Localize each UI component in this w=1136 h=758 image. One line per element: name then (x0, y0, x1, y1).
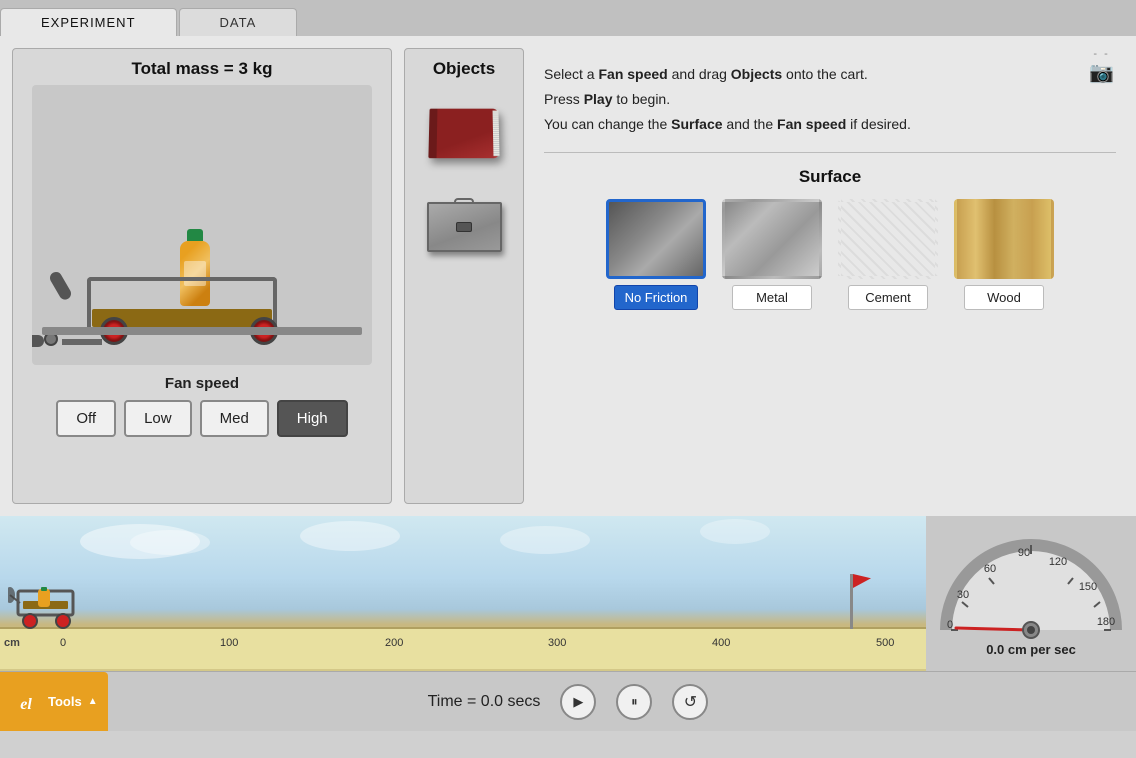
instruction-line3: You can change the Surface and the Fan s… (544, 112, 1116, 137)
speed-btn-high[interactable]: High (277, 400, 348, 437)
metal-box-latch (456, 222, 472, 232)
surface-option-no-friction[interactable]: No Friction (606, 199, 706, 310)
ruler-0: 0 (60, 637, 66, 649)
speed-btn-med[interactable]: Med (200, 400, 269, 437)
flag-pole (850, 574, 853, 629)
fan-speed-bold: Fan speed (598, 66, 667, 82)
play-bold: Play (584, 91, 613, 107)
objects-title: Objects (433, 59, 495, 79)
pause-icon: ⏸ (631, 694, 638, 710)
fan-speed-label: Fan speed (23, 375, 381, 392)
instruction-line2: Press Play to begin. (544, 87, 1116, 112)
fan-arm (62, 339, 102, 345)
top-area: Total mass = 3 kg (0, 36, 1136, 516)
el-logo: el (12, 688, 40, 716)
tools-text: Tools (48, 694, 82, 709)
bottle-cap (187, 229, 203, 241)
ruler-400: 400 (712, 637, 730, 649)
speedo-label: 0.0 cm per sec (986, 642, 1076, 657)
speedometer-svg: 0 30 60 90 120 150 180 (936, 530, 1126, 640)
surface-img-metal (722, 199, 822, 279)
ruler-100: 100 (220, 637, 238, 649)
ruler-bar (0, 627, 930, 669)
tabs-bar: EXPERIMENT DATA (0, 0, 1136, 36)
flag-cloth (853, 574, 871, 588)
play-icon: ▶ (573, 694, 583, 710)
instruction-line1: Select a Fan speed and drag Objects onto… (544, 62, 1116, 87)
metal-box-shape (427, 202, 502, 252)
speed-btn-off[interactable]: Off (56, 400, 116, 437)
cart-scene (32, 85, 372, 365)
objects-bold: Objects (731, 66, 782, 82)
svg-text:150: 150 (1079, 581, 1097, 593)
cart-mass-label: Total mass = 3 kg (132, 59, 273, 79)
track-cart (8, 587, 88, 629)
track-area: cm 0 100 200 300 400 500 (0, 516, 1136, 671)
ruler-300: 300 (548, 637, 566, 649)
svg-text:120: 120 (1049, 556, 1067, 568)
tools-logo: el (10, 686, 42, 718)
fan-blade-1 (32, 335, 44, 347)
camera-icon[interactable]: 📷 (1089, 60, 1114, 85)
surface-label-no-friction: No Friction (614, 285, 699, 310)
reset-button[interactable]: ↺ (672, 684, 708, 720)
pause-button[interactable]: ⏸ (616, 684, 652, 720)
fan-speed2-bold: Fan speed (777, 116, 846, 132)
book-shape (428, 109, 499, 159)
surface-label-metal: Metal (732, 285, 812, 310)
surface-img-cement (838, 199, 938, 279)
reset-icon: ↺ (684, 692, 697, 712)
object-metal-box[interactable] (419, 187, 509, 267)
surface-section: Surface No Friction Metal Cement Wood (544, 167, 1116, 310)
speedometer-area: 0 30 60 90 120 150 180 (926, 516, 1136, 671)
surface-img-no-friction (606, 199, 706, 279)
surface-options: No Friction Metal Cement Wood (606, 199, 1054, 310)
book-spine (428, 109, 437, 159)
ruler-svg (0, 629, 930, 669)
tab-data[interactable]: DATA (179, 8, 298, 36)
fan-blade-2 (48, 270, 73, 302)
cm-label: cm (4, 637, 20, 649)
svg-text:60: 60 (984, 563, 996, 575)
surface-img-wood (954, 199, 1054, 279)
svg-text:el: el (20, 696, 32, 713)
surface-option-wood[interactable]: Wood (954, 199, 1054, 310)
cart-panel: Total mass = 3 kg (12, 48, 392, 504)
objects-panel: Objects (404, 48, 524, 504)
time-display: Time = 0.0 secs (428, 693, 541, 711)
ruler-500: 500 (876, 637, 894, 649)
svg-text:30: 30 (957, 589, 969, 601)
surface-label-cement: Cement (848, 285, 928, 310)
fan-speed-buttons: Off Low Med High (23, 400, 381, 437)
metal-box-handle (454, 198, 474, 204)
surface-title: Surface (799, 167, 861, 187)
surface-bold: Surface (671, 116, 722, 132)
camera-dashes: - - (1093, 48, 1109, 60)
camera-icon-area: - - 📷 (1089, 48, 1114, 85)
cart-floor (42, 327, 362, 335)
tools-arrow-icon: ▲ (88, 696, 98, 707)
surface-label-wood: Wood (964, 285, 1044, 310)
instructions: Select a Fan speed and drag Objects onto… (544, 62, 1116, 138)
object-book[interactable] (419, 93, 509, 173)
book-pages (493, 111, 500, 157)
svg-text:90: 90 (1018, 547, 1030, 559)
speed-btn-low[interactable]: Low (124, 400, 192, 437)
bottom-controls: el Tools ▲ Time = 0.0 secs ▶ ⏸ ↺ (0, 671, 1136, 731)
track-cart-svg (8, 587, 88, 629)
divider (544, 152, 1116, 153)
surface-option-cement[interactable]: Cement (838, 199, 938, 310)
svg-text:180: 180 (1097, 616, 1115, 628)
surface-option-metal[interactable]: Metal (722, 199, 822, 310)
tools-button[interactable]: el Tools ▲ (0, 672, 108, 731)
fan-speed-section: Fan speed Off Low Med High (23, 375, 381, 437)
right-panel: - - 📷 Select a Fan speed and drag Object… (536, 48, 1124, 504)
tab-experiment[interactable]: EXPERIMENT (0, 8, 177, 36)
ruler-200: 200 (385, 637, 403, 649)
play-button[interactable]: ▶ (560, 684, 596, 720)
